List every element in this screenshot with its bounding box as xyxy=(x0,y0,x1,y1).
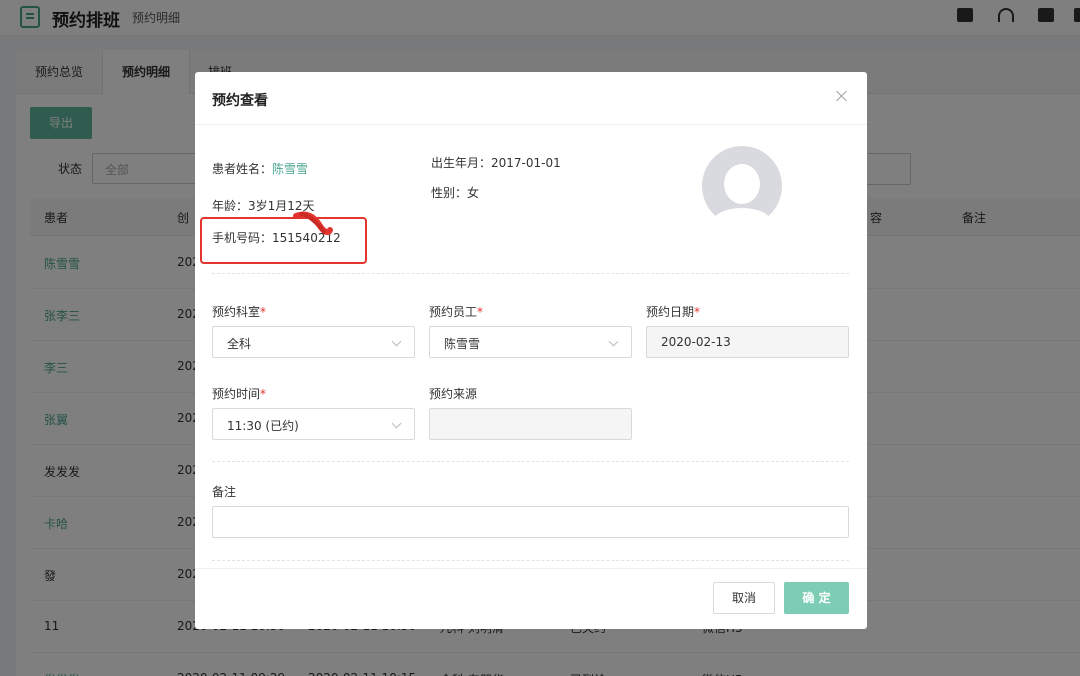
cancel-button[interactable]: 取消 xyxy=(713,582,775,614)
date-input[interactable]: 2020-02-13 xyxy=(646,326,849,358)
section-divider xyxy=(212,560,849,561)
department-select[interactable]: 全科 xyxy=(212,326,415,358)
chevron-down-icon xyxy=(608,336,619,347)
patient-name-row: 患者姓名：陈雪雪 xyxy=(212,160,308,177)
department-value: 全科 xyxy=(227,337,252,351)
appointment-view-dialog: 预约查看 患者姓名：陈雪雪 年龄：3岁1月12天 手机号码：151540212 … xyxy=(195,72,867,629)
patient-name-label: 患者姓名： xyxy=(212,162,273,176)
gender-row: 性别：女 xyxy=(431,184,479,201)
patient-avatar xyxy=(702,146,782,216)
dialog-footer: 取消 确 定 xyxy=(195,568,867,629)
section-divider xyxy=(212,273,849,274)
dialog-title: 预约查看 xyxy=(212,93,268,109)
birth-label: 出生年月： xyxy=(431,156,492,170)
chevron-down-icon xyxy=(391,336,402,347)
source-label: 预约来源 xyxy=(429,387,478,401)
chevron-down-icon xyxy=(391,418,402,429)
birth-row: 出生年月：2017-01-01 xyxy=(431,154,561,171)
gender-label: 性别： xyxy=(431,186,468,200)
patient-name-link[interactable]: 陈雪雪 xyxy=(272,162,308,176)
gender-value: 女 xyxy=(467,186,480,200)
source-input[interactable] xyxy=(429,408,632,440)
staff-label: 预约员工* xyxy=(429,305,484,319)
section-divider xyxy=(212,461,849,462)
dialog-header: 预约查看 xyxy=(195,72,867,125)
confirm-button[interactable]: 确 定 xyxy=(784,582,849,614)
staff-value: 陈雪雪 xyxy=(444,337,481,351)
time-select[interactable]: 11:30 (已约) xyxy=(212,408,415,440)
age-label: 年龄： xyxy=(212,199,249,213)
redaction-scribble xyxy=(293,211,333,236)
time-value: 11:30 (已约) xyxy=(227,419,299,433)
remark-input[interactable] xyxy=(212,506,849,538)
close-icon[interactable] xyxy=(835,89,849,103)
date-label: 预约日期* xyxy=(646,305,701,319)
remark-label: 备注 xyxy=(212,485,237,499)
phone-highlight-annotation xyxy=(200,217,367,264)
birth-value: 2017-01-01 xyxy=(491,156,561,170)
department-label: 预约科室* xyxy=(212,305,267,319)
staff-select[interactable]: 陈雪雪 xyxy=(429,326,632,358)
time-label: 预约时间* xyxy=(212,387,267,401)
